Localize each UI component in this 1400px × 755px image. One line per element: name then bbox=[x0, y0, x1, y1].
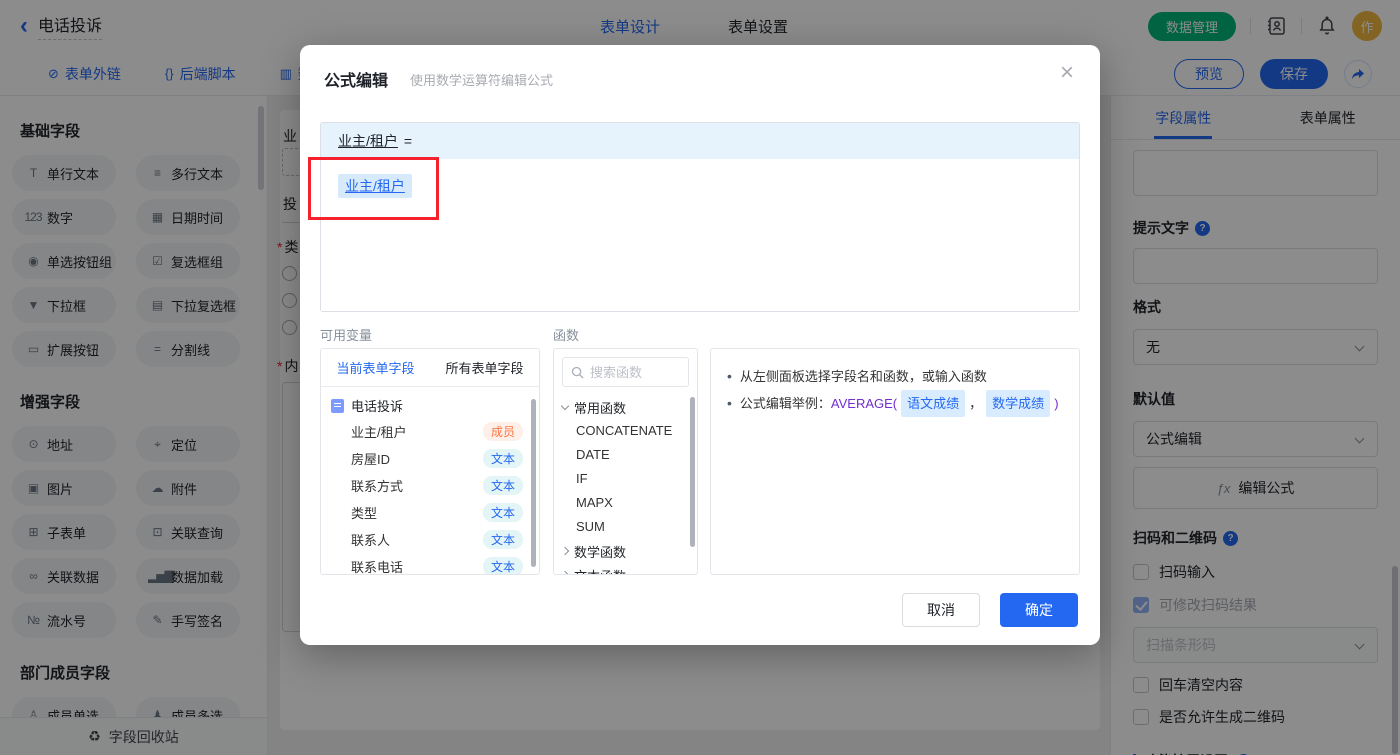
function-list: CONCATENATE DATE IF MAPX SUM bbox=[554, 419, 697, 539]
variable-name: 业主/租户 bbox=[351, 425, 407, 440]
tab-current-form-fields[interactable]: 当前表单字段 bbox=[321, 349, 430, 386]
function-group-common[interactable]: 常用函数 bbox=[554, 395, 697, 419]
formula-editor-modal: 公式编辑 使用数学运算符编辑公式 × 业主/租户 = 业主/租户 可用变量 函数… bbox=[300, 45, 1100, 645]
variable-type-badge: 文本 bbox=[482, 530, 523, 549]
example-function-open: AVERAGE( bbox=[830, 396, 898, 411]
variable-type-badge: 成员 bbox=[482, 422, 523, 441]
variable-type-badge: 文本 bbox=[482, 449, 523, 468]
variable-name: 联系方式 bbox=[351, 479, 404, 494]
variable-row[interactable]: 联系电话 文本 bbox=[321, 553, 539, 575]
cancel-button[interactable]: 取消 bbox=[902, 593, 980, 627]
function-item[interactable]: SUM bbox=[554, 515, 697, 539]
formula-target-field: 业主/租户 bbox=[338, 133, 398, 149]
example-field-chip: 数学成绩 bbox=[986, 390, 1051, 417]
variable-name: 联系人 bbox=[351, 533, 391, 548]
variable-row[interactable]: 房屋ID 文本 bbox=[321, 445, 539, 472]
variable-row[interactable]: 联系方式 文本 bbox=[321, 472, 539, 499]
document-icon bbox=[331, 398, 344, 413]
modal-subtitle: 使用数学运算符编辑公式 bbox=[410, 73, 554, 88]
formula-target-bar: 业主/租户 = bbox=[321, 123, 1079, 159]
functions-label: 函数 bbox=[553, 328, 580, 343]
help-line-1: • 从左侧面板选择字段名和函数，或输入函数 bbox=[727, 363, 1063, 390]
help-line-2: • 公式编辑举例： AVERAGE( 语文成绩 ， 数学成绩 ) bbox=[727, 390, 1063, 417]
tab-all-form-fields[interactable]: 所有表单字段 bbox=[430, 349, 539, 386]
function-group-text[interactable]: 文本函数 bbox=[554, 563, 697, 574]
bullet-icon: • bbox=[727, 395, 732, 411]
function-item[interactable]: IF bbox=[554, 467, 697, 491]
variables-scrollbar[interactable] bbox=[531, 399, 536, 567]
bullet-icon: • bbox=[727, 368, 732, 384]
variables-list: 业主/租户 成员 房屋ID 文本 联系方式 文本 类型 文本 联系人 文本 联系… bbox=[321, 418, 539, 575]
variables-tree-root[interactable]: 电话投诉 bbox=[321, 387, 539, 418]
close-icon[interactable]: × bbox=[1060, 61, 1074, 85]
variables-label: 可用变量 bbox=[320, 328, 373, 343]
example-function-close: ) bbox=[1054, 396, 1059, 411]
variable-name: 房屋ID bbox=[351, 452, 391, 467]
example-comma: ， bbox=[969, 396, 983, 411]
modal-footer: 取消 确定 bbox=[902, 593, 1078, 627]
variable-row[interactable]: 类型 文本 bbox=[321, 499, 539, 526]
functions-panel: 常用函数 CONCATENATE DATE IF MAPX SUM 数学函数 bbox=[553, 348, 698, 575]
equals-sign: = bbox=[403, 133, 413, 149]
function-item[interactable]: MAPX bbox=[554, 491, 697, 515]
example-field-chip: 语文成绩 bbox=[901, 390, 966, 417]
function-item[interactable]: DATE bbox=[554, 443, 697, 467]
app-root: ‹ 电话投诉 表单设计 表单设置 数据管理 作 ⊘ 表单外链 {} 后端脚本 ▥… bbox=[0, 0, 1400, 755]
annotation-highlight-box bbox=[308, 157, 439, 220]
help-panel: • 从左侧面板选择字段名和函数，或输入函数 • 公式编辑举例： AVERAGE(… bbox=[710, 348, 1080, 575]
chevron-down-icon bbox=[560, 401, 570, 410]
chevron-right-icon bbox=[560, 546, 570, 556]
search-icon bbox=[571, 366, 584, 379]
variables-tabs: 当前表单字段 所有表单字段 bbox=[321, 349, 539, 387]
variable-name: 类型 bbox=[351, 506, 378, 521]
variable-type-badge: 文本 bbox=[482, 476, 523, 495]
chevron-right-icon bbox=[560, 570, 570, 574]
variables-panel: 当前表单字段 所有表单字段 电话投诉 业主/租户 成员 房屋ID 文本 联系方式… bbox=[320, 348, 540, 575]
variable-type-badge: 文本 bbox=[482, 557, 523, 574]
functions-scrollbar[interactable] bbox=[690, 397, 695, 547]
modal-title: 公式编辑 bbox=[324, 73, 389, 90]
function-group-math[interactable]: 数学函数 bbox=[554, 539, 697, 563]
function-search-box bbox=[562, 357, 689, 387]
variable-type-badge: 文本 bbox=[482, 503, 523, 522]
variable-name: 联系电话 bbox=[351, 560, 404, 575]
variable-row[interactable]: 业主/租户 成员 bbox=[321, 418, 539, 445]
variable-row[interactable]: 联系人 文本 bbox=[321, 526, 539, 553]
function-search-input[interactable] bbox=[590, 364, 680, 380]
confirm-button[interactable]: 确定 bbox=[1000, 593, 1078, 627]
function-item[interactable]: CONCATENATE bbox=[554, 419, 697, 443]
